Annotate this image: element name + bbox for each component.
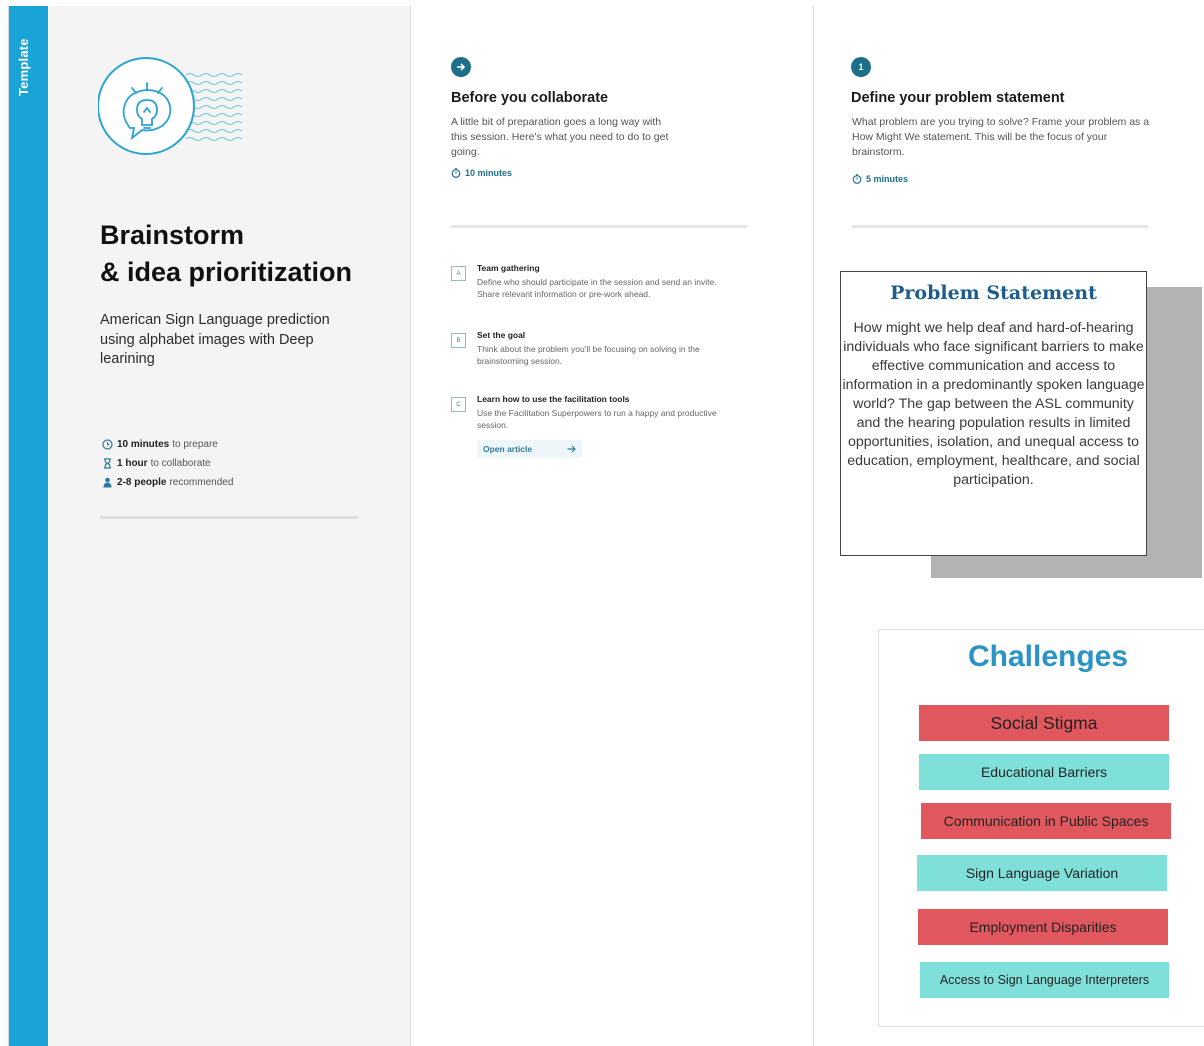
todo-title: Set the goal: [477, 330, 526, 340]
challenge-sticky[interactable]: Educational Barriers: [919, 754, 1169, 790]
meta-collaborate-bold: 1 hour: [117, 458, 148, 469]
meta-prepare-bold: 10 minutes: [117, 439, 170, 450]
template-label: Template: [16, 38, 31, 96]
divider: [852, 225, 1148, 228]
clock-icon: [100, 439, 114, 451]
define-title: Define your problem statement: [851, 90, 1065, 106]
challenge-sticky[interactable]: Employment Disparities: [918, 909, 1168, 945]
before-description: A little bit of preparation goes a long …: [451, 116, 669, 158]
open-article-button[interactable]: Open article: [477, 440, 582, 458]
before-timer: 10 minutes: [451, 168, 512, 178]
session-meta: 10 minutes to prepare 1 hour to collaborat…: [100, 435, 233, 492]
before-collaborate-panel: Before you collaborate A little bit of p…: [411, 6, 814, 1046]
todo-description: Use the Facilitation Superpowers to run …: [477, 408, 717, 430]
todo-letter-c: C: [451, 397, 466, 412]
challenge-sticky[interactable]: Sign Language Variation: [917, 855, 1167, 891]
define-description: What problem are you trying to solve? Fr…: [852, 116, 1150, 158]
todo-letter-a: A: [451, 266, 466, 281]
challenge-sticky[interactable]: Social Stigma: [919, 705, 1169, 741]
lightbulb-idea-icon: [98, 57, 243, 155]
title-line-2: & idea prioritization: [100, 257, 353, 287]
todo-letter-b: B: [451, 333, 466, 348]
challenges-card: Challenges Social Stigma Educational Bar…: [878, 629, 1204, 1027]
challenge-sticky[interactable]: Access to Sign Language Interpreters: [920, 962, 1169, 998]
before-time: 10 minutes: [465, 168, 513, 178]
define-timer: 5 minutes: [852, 174, 908, 184]
timer-icon: [852, 174, 862, 184]
define-problem-panel: 1 Define your problem statement What pro…: [814, 6, 1204, 1046]
define-time: 5 minutes: [866, 174, 909, 184]
divider: [100, 516, 358, 519]
page-title: Brainstorm & idea prioritization: [100, 217, 352, 291]
problem-statement-text: How might we help deaf and hard-of-heari…: [842, 320, 1145, 488]
challenges-title: Challenges: [967, 640, 1129, 673]
intro-panel: Brainstorm & idea prioritization America…: [48, 6, 411, 1046]
meta-prepare-text: to prepare: [172, 439, 218, 450]
open-article-label: Open article: [483, 444, 533, 454]
step-number-badge: 1: [851, 57, 871, 77]
meta-prepare: 10 minutes to prepare: [100, 435, 233, 454]
problem-statement-title: Problem Statement: [890, 282, 1097, 304]
problem-statement-card[interactable]: Problem Statement How might we help deaf…: [840, 271, 1147, 556]
todo-description: Define who should participate in the ses…: [477, 277, 717, 299]
timer-icon: [451, 168, 461, 178]
title-line-1: Brainstorm: [100, 220, 245, 250]
meta-people-bold: 2-8 people: [117, 477, 167, 488]
person-icon: [100, 477, 114, 489]
todo-title: Learn how to use the facilitation tools: [477, 394, 630, 404]
divider: [451, 225, 747, 228]
todo-title: Team gathering: [477, 263, 540, 273]
before-title: Before you collaborate: [451, 90, 609, 106]
meta-people: 2-8 people recommended: [100, 473, 233, 492]
arrow-right-icon: [567, 445, 576, 453]
template-strip: Template: [9, 6, 48, 1046]
todo-description: Think about the problem you'll be focusi…: [477, 344, 700, 366]
hourglass-icon: [100, 458, 114, 470]
meta-people-text: recommended: [169, 477, 234, 488]
challenge-sticky[interactable]: Communication in Public Spaces: [921, 803, 1171, 839]
meta-collaborate: 1 hour to collaborate: [100, 454, 233, 473]
arrow-right-icon: [451, 57, 471, 77]
project-description: American Sign Language prediction using …: [100, 312, 330, 367]
meta-collaborate-text: to collaborate: [150, 458, 211, 469]
